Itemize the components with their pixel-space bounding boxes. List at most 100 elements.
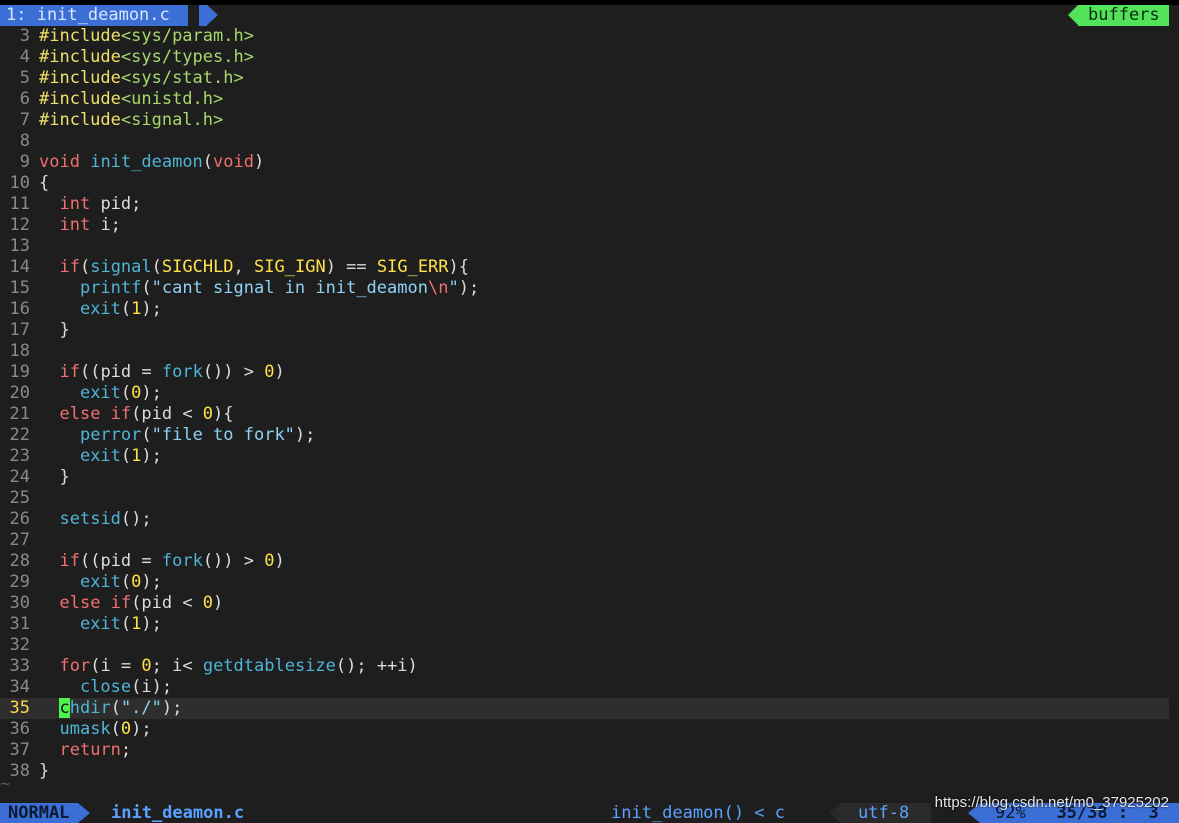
- code-line[interactable]: 34 close(i);: [0, 677, 1169, 698]
- code-line[interactable]: 16 exit(1);: [0, 299, 1169, 320]
- code-line[interactable]: 17 }: [0, 320, 1169, 341]
- editor-buffer[interactable]: 3 #include<sys/param.h> 4 #include<sys/type…: [0, 26, 1169, 782]
- code-line[interactable]: 7 #include<signal.h>: [0, 110, 1169, 131]
- code-token: );: [141, 299, 162, 319]
- line-number: 5: [19, 68, 30, 88]
- code-line[interactable]: 25: [0, 488, 1169, 509]
- line-number: 16: [9, 299, 30, 319]
- code-line[interactable]: 21 else if(pid < 0){: [0, 404, 1169, 425]
- line-number: 26: [9, 509, 30, 529]
- code-line[interactable]: 30 else if(pid < 0): [0, 593, 1169, 614]
- code-line[interactable]: 28 if((pid = fork()) > 0): [0, 551, 1169, 572]
- code-token: return: [59, 740, 121, 760]
- code-token: 0: [131, 383, 142, 403]
- line-number: 31: [9, 614, 30, 634]
- line-code: else if(pid < 0){: [39, 404, 234, 425]
- line-code: printf("cant signal in init_deamon\n");: [39, 278, 479, 299]
- line-code: #include<sys/stat.h>: [39, 68, 244, 89]
- code-token: );: [161, 698, 183, 718]
- code-line[interactable]: 24 }: [0, 467, 1169, 488]
- code-line[interactable]: 31 exit(1);: [0, 614, 1169, 635]
- code-line[interactable]: 14 if(signal(SIGCHLD, SIG_IGN) == SIG_ER…: [0, 257, 1169, 278]
- code-line[interactable]: 29 exit(0);: [0, 572, 1169, 593]
- code-token: int: [59, 215, 91, 235]
- buffers-arrow-icon: [1068, 5, 1078, 25]
- code-token: #include: [39, 68, 121, 88]
- code-line[interactable]: 36 umask(0);: [0, 719, 1169, 740]
- code-line[interactable]: 11 int pid;: [0, 194, 1169, 215]
- code-token: ((pid =: [79, 362, 162, 382]
- line-code: #include<unistd.h>: [39, 89, 223, 110]
- buffers-label[interactable]: buffers: [1078, 5, 1169, 26]
- line-code: if((pid = fork()) > 0): [39, 362, 285, 383]
- code-token: ): [274, 551, 285, 571]
- line-number: 6: [19, 89, 30, 109]
- line-number: 21: [9, 404, 30, 424]
- code-line[interactable]: 13: [0, 236, 1169, 257]
- tab-init-deamon[interactable]: 1: init_deamon.c: [0, 5, 188, 26]
- code-token: (i =: [90, 656, 142, 676]
- code-line[interactable]: 33 for(i = 0; i< getdtablesize(); ++i): [0, 656, 1169, 677]
- code-token: exit: [79, 446, 121, 466]
- code-token: ): [274, 362, 285, 382]
- code-line[interactable]: 3 #include<sys/param.h>: [0, 26, 1169, 47]
- code-line[interactable]: 37 return;: [0, 740, 1169, 761]
- status-function-filetype: init_deamon() < c: [611, 803, 785, 823]
- code-line[interactable]: 12 int i;: [0, 215, 1169, 236]
- code-line[interactable]: 23 exit(1);: [0, 446, 1169, 467]
- line-number: 23: [9, 446, 30, 466]
- code-line[interactable]: 18: [0, 341, 1169, 362]
- code-line[interactable]: 20 exit(0);: [0, 383, 1169, 404]
- code-token: setsid: [59, 509, 121, 529]
- code-token: (: [202, 152, 214, 172]
- code-token: }: [39, 761, 50, 781]
- code-token: ) ==: [325, 257, 377, 277]
- end-of-buffer-tilde: ~: [0, 774, 11, 794]
- code-line[interactable]: 32: [0, 635, 1169, 656]
- code-token: ();: [120, 509, 152, 529]
- code-token: ": [448, 278, 459, 298]
- code-token: if: [59, 551, 80, 571]
- code-token: int: [59, 194, 91, 214]
- line-number: 13: [9, 236, 30, 256]
- code-line[interactable]: 4 #include<sys/types.h>: [0, 47, 1169, 68]
- code-line[interactable]: 9 void init_deamon(void): [0, 152, 1169, 173]
- line-number: 32: [9, 635, 30, 655]
- code-token: printf: [79, 278, 142, 298]
- code-line[interactable]: 15 printf("cant signal in init_deamon\n"…: [0, 278, 1169, 299]
- line-number: 7: [19, 110, 30, 130]
- line-code: void init_deamon(void): [39, 152, 264, 173]
- code-token: (: [120, 572, 132, 592]
- code-line[interactable]: 6 #include<unistd.h>: [0, 89, 1169, 110]
- line-code: exit(0);: [39, 383, 162, 404]
- code-line[interactable]: 8: [0, 131, 1169, 152]
- code-token: 1: [131, 299, 142, 319]
- code-line[interactable]: 10 {: [0, 173, 1169, 194]
- mode-indicator: NORMAL: [0, 803, 78, 823]
- code-token: exit: [79, 572, 121, 592]
- code-line[interactable]: 38}: [0, 761, 1169, 782]
- code-line[interactable]: 26 setsid();: [0, 509, 1169, 530]
- code-token: void: [213, 152, 254, 172]
- code-line[interactable]: 27: [0, 530, 1169, 551]
- code-token: (: [110, 698, 121, 718]
- code-token: ){: [213, 404, 234, 424]
- line-number: 9: [19, 152, 30, 172]
- code-token: getdtablesize: [202, 656, 336, 676]
- code-token: (pid <: [131, 593, 203, 613]
- code-token: hdir: [69, 698, 111, 718]
- line-code: }: [39, 761, 49, 782]
- code-token: #include: [39, 110, 121, 130]
- code-token: (: [141, 278, 152, 298]
- code-line[interactable]: 22 perror("file to fork");: [0, 425, 1169, 446]
- code-line-current[interactable]: 35 chdir("./");: [0, 698, 1169, 719]
- code-token: }: [39, 320, 70, 340]
- code-line[interactable]: 19 if((pid = fork()) > 0): [0, 362, 1169, 383]
- code-token: ((pid =: [79, 551, 162, 571]
- code-token: ){: [448, 257, 470, 277]
- code-line[interactable]: 5 #include<sys/stat.h>: [0, 68, 1169, 89]
